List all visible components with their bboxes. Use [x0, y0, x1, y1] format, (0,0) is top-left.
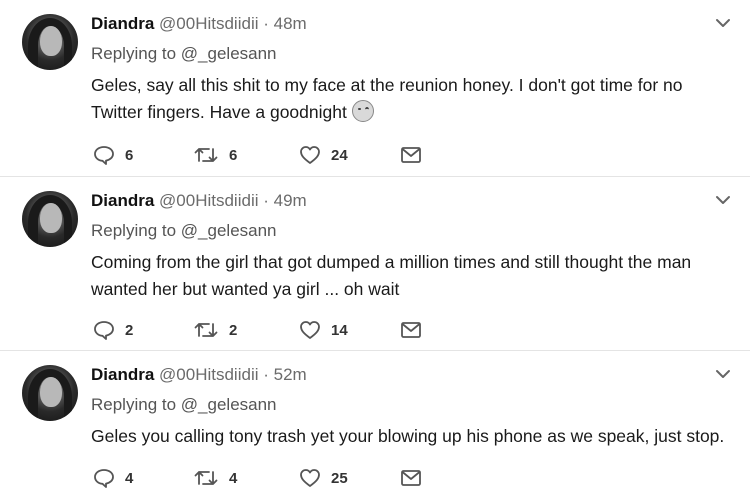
tweet-text: Geles you calling tony trash yet your bl… [91, 423, 736, 450]
reply-count: 4 [125, 469, 134, 487]
tweet-feed: Diandra @00Hitsdiidii · 48m Replying to … [0, 0, 750, 496]
chevron-down-icon[interactable] [714, 367, 732, 381]
reply-icon [94, 321, 114, 340]
like-count: 25 [331, 469, 348, 487]
retweet-count: 6 [229, 146, 238, 164]
tweet-text: Geles, say all this shit to my face at t… [91, 72, 736, 126]
tweet-text-content: Geles you calling tony trash yet your bl… [91, 426, 725, 446]
replying-prefix: Replying to [91, 395, 177, 414]
chevron-down-icon[interactable] [714, 193, 732, 207]
separator: · [263, 14, 269, 33]
kissing-face-icon [351, 100, 374, 122]
reply-icon [94, 469, 114, 488]
retweet-count: 4 [229, 469, 238, 487]
retweet-button[interactable]: 4 [193, 467, 237, 489]
reply-count: 6 [125, 146, 134, 164]
tweet[interactable]: Diandra @00Hitsdiidii · 48m Replying to … [0, 0, 750, 177]
user-handle[interactable]: @00Hitsdiidii [159, 191, 258, 210]
direct-message-button[interactable] [401, 144, 421, 166]
tweet[interactable]: Diandra @00Hitsdiidii · 49m Replying to … [0, 177, 750, 351]
avatar[interactable] [22, 191, 78, 247]
tweet-header: Diandra @00Hitsdiidii · 48m [91, 14, 307, 34]
reply-button[interactable]: 2 [93, 319, 133, 341]
timestamp[interactable]: 49m [274, 191, 307, 210]
heart-icon [300, 469, 320, 487]
tweet-actions: 2 2 14 [91, 319, 491, 341]
retweet-count: 2 [229, 321, 238, 339]
envelope-icon [401, 470, 421, 486]
like-button[interactable]: 25 [299, 467, 348, 489]
replying-prefix: Replying to [91, 44, 177, 63]
tweet-actions: 6 6 24 [91, 144, 491, 166]
direct-message-button[interactable] [401, 467, 421, 489]
direct-message-button[interactable] [401, 319, 421, 341]
timestamp[interactable]: 48m [274, 14, 307, 33]
replying-to: Replying to @_gelesann [91, 221, 277, 241]
tweet-text-content: Geles, say all this shit to my face at t… [91, 75, 683, 122]
reply-button[interactable]: 4 [93, 467, 133, 489]
retweet-icon [194, 148, 218, 162]
tweet[interactable]: Diandra @00Hitsdiidii · 52m Replying to … [0, 351, 750, 496]
avatar[interactable] [22, 365, 78, 421]
reply-icon [94, 146, 114, 165]
like-count: 24 [331, 146, 348, 164]
display-name[interactable]: Diandra [91, 365, 154, 384]
tweet-actions: 4 4 25 [91, 467, 491, 489]
retweet-icon [194, 323, 218, 337]
display-name[interactable]: Diandra [91, 14, 154, 33]
heart-icon [300, 321, 320, 339]
user-handle[interactable]: @00Hitsdiidii [159, 14, 258, 33]
display-name[interactable]: Diandra [91, 191, 154, 210]
reply-button[interactable]: 6 [93, 144, 133, 166]
tweet-text-content: Coming from the girl that got dumped a m… [91, 252, 692, 299]
tweet-header: Diandra @00Hitsdiidii · 52m [91, 365, 307, 385]
envelope-icon [401, 147, 421, 163]
user-handle[interactable]: @00Hitsdiidii [159, 365, 258, 384]
replying-prefix: Replying to [91, 221, 177, 240]
tweet-header: Diandra @00Hitsdiidii · 49m [91, 191, 307, 211]
reply-mention[interactable]: @_gelesann [181, 395, 277, 414]
timestamp[interactable]: 52m [274, 365, 307, 384]
tweet-text: Coming from the girl that got dumped a m… [91, 249, 736, 303]
retweet-icon [194, 471, 218, 485]
retweet-button[interactable]: 2 [193, 319, 237, 341]
separator: · [263, 191, 269, 210]
like-button[interactable]: 14 [299, 319, 348, 341]
replying-to: Replying to @_gelesann [91, 44, 277, 64]
like-button[interactable]: 24 [299, 144, 348, 166]
reply-mention[interactable]: @_gelesann [181, 221, 277, 240]
retweet-button[interactable]: 6 [193, 144, 237, 166]
chevron-down-icon[interactable] [714, 16, 732, 30]
reply-mention[interactable]: @_gelesann [181, 44, 277, 63]
like-count: 14 [331, 321, 348, 339]
separator: · [263, 365, 269, 384]
replying-to: Replying to @_gelesann [91, 395, 277, 415]
reply-count: 2 [125, 321, 134, 339]
avatar[interactable] [22, 14, 78, 70]
envelope-icon [401, 322, 421, 338]
heart-icon [300, 146, 320, 164]
